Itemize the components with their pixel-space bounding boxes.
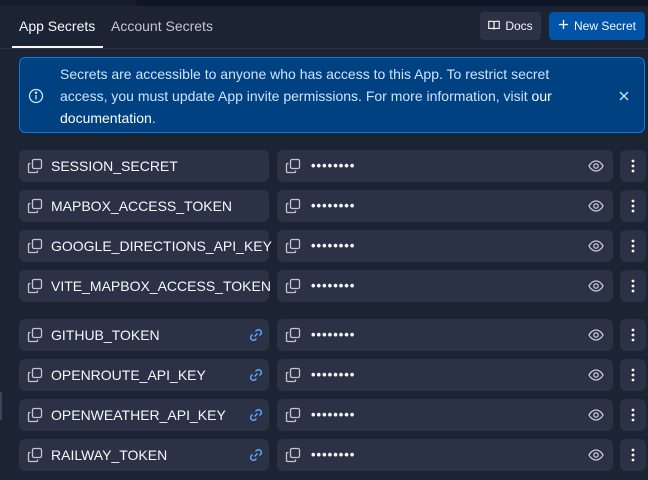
link-icon — [248, 327, 264, 343]
copy-icon[interactable] — [285, 327, 301, 343]
copy-icon[interactable] — [285, 198, 301, 214]
info-icon — [28, 88, 44, 104]
copy-icon[interactable] — [27, 367, 43, 383]
secret-value-mask: •••••••• — [311, 367, 356, 382]
secret-key-cell[interactable]: GOOGLE_DIRECTIONS_API_KEY — [19, 230, 272, 262]
copy-icon[interactable] — [285, 407, 301, 423]
copy-icon[interactable] — [27, 407, 43, 423]
secret-value-cell[interactable]: •••••••• — [277, 270, 613, 302]
eye-icon[interactable] — [588, 238, 604, 254]
more-vertical-icon — [625, 158, 641, 174]
banner-message: Secrets are accessible to anyone who has… — [60, 63, 600, 129]
copy-icon[interactable] — [27, 158, 43, 174]
secret-value-cell[interactable]: •••••••• — [277, 150, 613, 182]
eye-icon[interactable] — [588, 447, 604, 463]
more-vertical-icon — [625, 367, 641, 383]
copy-icon[interactable] — [27, 447, 43, 463]
docs-label: Docs — [505, 19, 533, 33]
tab-account-secrets[interactable]: Account Secrets — [111, 12, 213, 48]
more-vertical-icon — [625, 238, 641, 254]
link-icon — [248, 407, 264, 423]
secret-key-cell[interactable]: VITE_MAPBOX_ACCESS_TOKEN — [19, 270, 271, 302]
info-banner: Secrets are accessible to anyone who has… — [19, 57, 645, 133]
secret-value-mask: •••••••• — [311, 447, 356, 462]
plus-icon — [558, 19, 569, 33]
banner-text: Secrets are accessible to anyone who has… — [60, 66, 550, 104]
link-icon — [248, 367, 264, 383]
secret-key-name: GITHUB_TOKEN — [51, 327, 160, 343]
new-secret-label: New Secret — [573, 19, 637, 33]
eye-icon[interactable] — [588, 278, 604, 294]
eye-icon[interactable] — [588, 158, 604, 174]
secret-key-name: OPENROUTE_API_KEY — [51, 367, 206, 383]
secret-value-mask: •••••••• — [311, 198, 356, 213]
secret-value-cell[interactable]: •••••••• — [277, 190, 613, 222]
close-icon[interactable] — [616, 88, 632, 104]
secret-value-mask: •••••••• — [311, 158, 356, 173]
copy-icon[interactable] — [27, 238, 43, 254]
secret-key-name: SESSION_SECRET — [51, 158, 178, 174]
active-tab-indicator — [12, 46, 103, 48]
copy-icon[interactable] — [27, 327, 43, 343]
more-vertical-icon — [625, 447, 641, 463]
secret-key-name: MAPBOX_ACCESS_TOKEN — [51, 198, 233, 214]
tab-bar: App Secrets Account Secrets Docs New Sec… — [0, 0, 648, 49]
secret-value-mask: •••••••• — [311, 278, 356, 293]
copy-icon[interactable] — [27, 278, 43, 294]
secret-value-cell[interactable]: •••••••• — [277, 439, 613, 471]
secret-value-cell[interactable]: •••••••• — [277, 319, 613, 351]
secret-value-cell[interactable]: •••••••• — [277, 359, 613, 391]
more-vertical-icon — [625, 407, 641, 423]
tab-app-secrets[interactable]: App Secrets — [19, 12, 95, 48]
secret-more-button[interactable] — [620, 359, 646, 391]
more-vertical-icon — [625, 278, 641, 294]
copy-icon[interactable] — [27, 198, 43, 214]
eye-icon[interactable] — [588, 327, 604, 343]
link-icon — [248, 447, 264, 463]
secret-key-cell[interactable]: SESSION_SECRET — [19, 150, 269, 182]
secret-value-cell[interactable]: •••••••• — [277, 399, 613, 431]
new-secret-button[interactable]: New Secret — [549, 12, 645, 40]
secret-key-name: OPENWEATHER_API_KEY — [51, 407, 226, 423]
secret-more-button[interactable] — [620, 270, 646, 302]
book-icon — [488, 19, 501, 34]
docs-button[interactable]: Docs — [480, 12, 541, 40]
secret-more-button[interactable] — [620, 319, 646, 351]
copy-icon[interactable] — [285, 238, 301, 254]
secret-more-button[interactable] — [620, 439, 646, 471]
secret-more-button[interactable] — [620, 399, 646, 431]
secret-more-button[interactable] — [620, 190, 646, 222]
secret-value-mask: •••••••• — [311, 407, 356, 422]
secret-key-name: GOOGLE_DIRECTIONS_API_KEY — [51, 238, 272, 254]
copy-icon[interactable] — [285, 447, 301, 463]
eye-icon[interactable] — [588, 198, 604, 214]
secret-key-cell[interactable]: RAILWAY_TOKEN — [19, 439, 269, 471]
secret-key-name: VITE_MAPBOX_ACCESS_TOKEN — [51, 278, 271, 294]
secret-more-button[interactable] — [620, 230, 646, 262]
secret-value-mask: •••••••• — [311, 238, 356, 253]
resize-handle[interactable] — [0, 392, 2, 420]
more-vertical-icon — [625, 198, 641, 214]
secret-key-cell[interactable]: MAPBOX_ACCESS_TOKEN — [19, 190, 269, 222]
secret-key-cell[interactable]: GITHUB_TOKEN — [19, 319, 269, 351]
copy-icon[interactable] — [285, 367, 301, 383]
secret-more-button[interactable] — [620, 150, 646, 182]
secret-key-name: RAILWAY_TOKEN — [51, 447, 168, 463]
secret-key-cell[interactable]: OPENWEATHER_API_KEY — [19, 399, 269, 431]
copy-icon[interactable] — [285, 278, 301, 294]
secret-value-mask: •••••••• — [311, 327, 356, 342]
eye-icon[interactable] — [588, 367, 604, 383]
banner-suffix: . — [151, 110, 156, 126]
secret-value-cell[interactable]: •••••••• — [277, 230, 613, 262]
eye-icon[interactable] — [588, 407, 604, 423]
secret-key-cell[interactable]: OPENROUTE_API_KEY — [19, 359, 269, 391]
copy-icon[interactable] — [285, 158, 301, 174]
more-vertical-icon — [625, 327, 641, 343]
